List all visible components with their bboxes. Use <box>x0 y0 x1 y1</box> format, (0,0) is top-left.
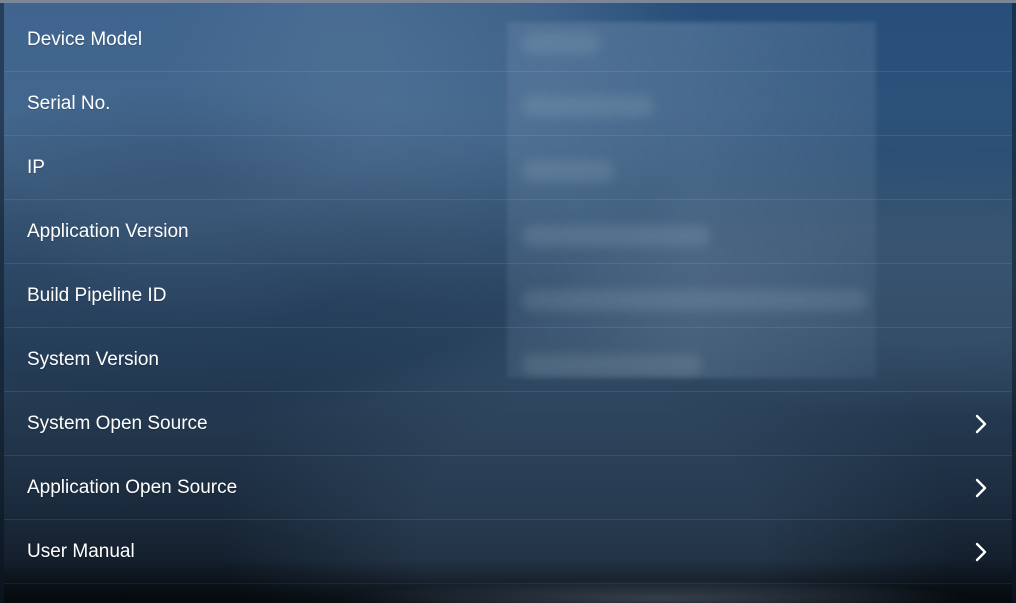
device-model-row: Device Model <box>4 8 1012 72</box>
top-edge <box>0 0 1016 3</box>
ip-row: IP <box>4 136 1012 200</box>
system-open-source-label: System Open Source <box>27 413 208 434</box>
chevron-right-icon[interactable] <box>974 478 988 498</box>
system-version-row: System Version <box>4 328 1012 392</box>
application-version-label: Application Version <box>27 221 189 242</box>
device-info-screen: Device Model Serial No. IP Application V… <box>0 0 1016 603</box>
application-open-source-label: Application Open Source <box>27 477 238 498</box>
build-pipeline-id-label: Build Pipeline ID <box>27 285 167 306</box>
application-open-source-row[interactable]: Application Open Source <box>4 456 1012 520</box>
application-version-row: Application Version <box>4 200 1012 264</box>
device-model-label: Device Model <box>27 29 143 50</box>
build-pipeline-id-row: Build Pipeline ID <box>4 264 1012 328</box>
device-info-list: Device Model Serial No. IP Application V… <box>4 8 1012 584</box>
serial-number-label: Serial No. <box>27 93 111 114</box>
chevron-right-icon[interactable] <box>974 414 988 434</box>
system-open-source-row[interactable]: System Open Source <box>4 392 1012 456</box>
ip-label: IP <box>27 157 45 178</box>
background-city-lights <box>4 559 1012 603</box>
system-version-label: System Version <box>27 349 159 370</box>
right-frame-edge <box>1012 3 1016 603</box>
serial-number-row: Serial No. <box>4 72 1012 136</box>
